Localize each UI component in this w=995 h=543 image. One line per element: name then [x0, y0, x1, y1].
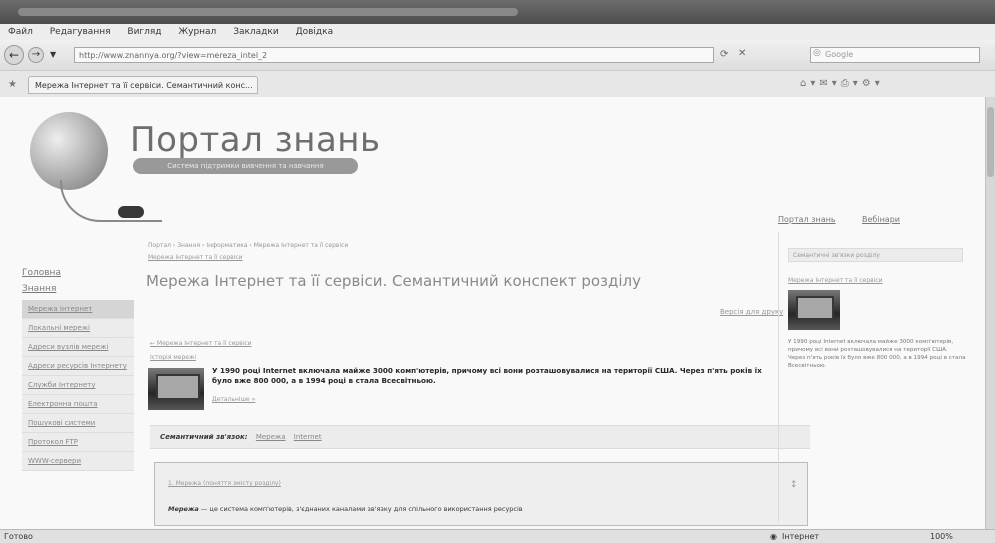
- breadcrumb-current[interactable]: Мережа Інтернет та її сервіси: [148, 254, 243, 261]
- toolbar-icons[interactable]: ⌂▾✉▾⎙▾⚙▾: [800, 78, 884, 89]
- sidebar-link-home[interactable]: Головна: [22, 268, 134, 278]
- refresh-icon[interactable]: ⟳: [720, 49, 728, 60]
- definition-heading[interactable]: 1. Мережа (поняття змісту розділу): [168, 480, 281, 487]
- article-thumbnail[interactable]: [148, 368, 204, 410]
- menu-bar: Файл Редагування Вигляд Журнал Закладки …: [0, 24, 995, 41]
- status-text: Готово: [4, 532, 33, 541]
- menu-bookmarks[interactable]: Закладки: [233, 27, 279, 37]
- column-divider: [778, 232, 779, 522]
- zoom-level[interactable]: 100%: [930, 530, 953, 543]
- star-icon[interactable]: ★: [8, 79, 17, 90]
- page-title: Мережа Інтернет та її сервіси. Семантичн…: [146, 272, 641, 290]
- forward-arrow-icon[interactable]: →: [28, 47, 44, 63]
- semantic-label: Семантичний зв'язок:: [160, 433, 248, 441]
- right-article-text: У 1990 році Internet включала майже 3000…: [788, 339, 966, 369]
- article-text: У 1990 році Internet включала майже 3000…: [212, 366, 762, 385]
- sidebar-item[interactable]: Електронна пошта: [22, 395, 134, 414]
- right-thumbnail[interactable]: [788, 290, 840, 330]
- sidebar-item[interactable]: WWW-сервери: [22, 452, 134, 471]
- definition-term: Мережа: [168, 505, 199, 513]
- tab-active[interactable]: Мережа Інтернет та її сервіси. Семантичн…: [28, 76, 258, 94]
- menu-file[interactable]: Файл: [8, 27, 33, 37]
- back-arrow-icon[interactable]: ←: [4, 45, 24, 65]
- semantic-link[interactable]: Мережа: [256, 433, 286, 441]
- sidebar-link-knowledge[interactable]: Знання: [22, 284, 134, 294]
- breadcrumb[interactable]: Портал › Знання › Інформатика › Мережа І…: [148, 242, 348, 249]
- sidebar-item[interactable]: Пошукові системи: [22, 414, 134, 433]
- read-more-link[interactable]: Детальніше »: [212, 396, 255, 403]
- expand-icon[interactable]: ↕: [790, 480, 798, 490]
- article-label[interactable]: Історія мережі: [150, 354, 196, 361]
- mouse-icon: [118, 206, 144, 218]
- menu-history[interactable]: Журнал: [178, 27, 216, 37]
- stop-icon[interactable]: ✕: [738, 48, 746, 59]
- semantic-links-bar: Семантичний зв'язок: Мережа Internet: [150, 425, 810, 449]
- definition-body: — це система комп'ютерів, з'єднаних кана…: [198, 505, 523, 513]
- history-dropdown-icon[interactable]: ▼: [50, 50, 56, 59]
- status-bar: Готово ◉ Інтернет 100%: [0, 529, 995, 543]
- search-engine-icon[interactable]: ◎: [813, 48, 821, 58]
- top-link-portal[interactable]: Портал знань: [778, 215, 836, 224]
- sidebar-item[interactable]: Протокол FTP: [22, 433, 134, 452]
- semantic-link[interactable]: Internet: [294, 433, 322, 441]
- site-title[interactable]: Портал знань: [130, 120, 381, 160]
- sidebar-item[interactable]: Служби Інтернету: [22, 376, 134, 395]
- top-link-webinars[interactable]: Вебінари: [862, 215, 900, 224]
- definition-text: Мережа — це система комп'ютерів, з'єднан…: [168, 505, 523, 513]
- sidebar-item[interactable]: Адреси вузлів мережі: [22, 338, 134, 357]
- address-bar[interactable]: http://www.znannya.org/?view=mereza_inte…: [74, 47, 714, 63]
- definition-box: [154, 462, 808, 526]
- right-article-link[interactable]: Мережа Інтернет та її сервіси: [788, 277, 883, 284]
- right-box-title: Семантичні зв'язки розділу: [788, 248, 963, 262]
- security-zone: Інтернет: [782, 532, 820, 541]
- menu-view[interactable]: Вигляд: [127, 27, 161, 37]
- menu-edit[interactable]: Редагування: [50, 27, 111, 37]
- site-subtitle: Система підтримки вивчення та навчання: [133, 158, 358, 174]
- sidebar-item[interactable]: Мережа Інтернет: [22, 300, 134, 319]
- back-link[interactable]: ← Мережа Інтернет та її сервіси: [150, 340, 252, 347]
- globe-icon: ◉: [770, 532, 777, 541]
- window-title-bar: [0, 0, 995, 24]
- globe-logo-icon: [30, 112, 108, 190]
- sidebar-item[interactable]: Локальні мережі: [22, 319, 134, 338]
- print-link[interactable]: Версія для друку: [720, 308, 783, 316]
- vertical-scrollbar[interactable]: [985, 97, 995, 529]
- search-input[interactable]: Google: [810, 47, 980, 63]
- scrollbar-thumb[interactable]: [987, 107, 994, 177]
- sidebar-item[interactable]: Адреси ресурсів Інтернету: [22, 357, 134, 376]
- sidebar-nav: Головна Знання Мережа Інтернет Локальні …: [22, 268, 134, 471]
- menu-help[interactable]: Довідка: [296, 27, 334, 37]
